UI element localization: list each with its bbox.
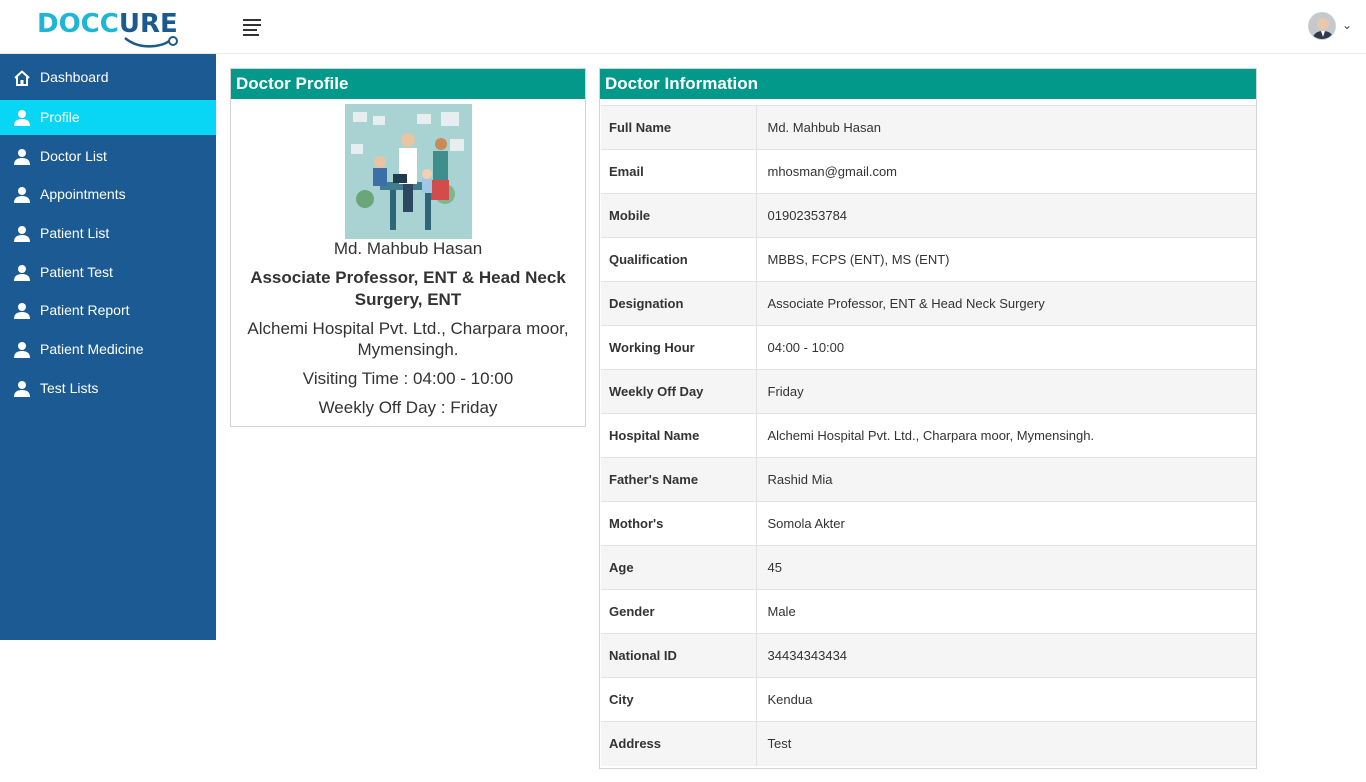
row-value: Kendua — [756, 677, 1256, 722]
table-row: Gender Male — [601, 589, 1256, 634]
sidebar-item-dashboard[interactable]: Dashboard — [0, 60, 216, 95]
table-row: Hospital Name Alchemi Hospital Pvt. Ltd.,… — [601, 413, 1256, 458]
doctor-hospital: Alchemi Hospital Pvt. Ltd., Charpara moo… — [247, 319, 569, 359]
row-value: Male — [756, 589, 1256, 634]
doctor-name: Md. Mahbub Hasan — [333, 239, 483, 258]
sidebar-item-label: Patient List — [40, 225, 110, 241]
row-value: Md. Mahbub Hasan — [756, 105, 1256, 150]
row-value: 01902353784 — [756, 193, 1256, 238]
row-value: Alchemi Hospital Pvt. Ltd., Charpara moo… — [756, 413, 1256, 458]
row-value: 45 — [756, 545, 1256, 590]
row-label: Age — [601, 545, 757, 590]
user-icon — [14, 149, 30, 165]
row-label: Email — [601, 149, 757, 194]
table-row: Weekly Off Day Friday — [601, 369, 1256, 414]
row-value: Associate Professor, ENT & Head Neck Sur… — [756, 281, 1256, 326]
sidebar-item-label: Dashboard — [40, 69, 109, 85]
row-label: Working Hour — [601, 325, 757, 370]
row-value: Rashid Mia — [756, 457, 1256, 502]
sidebar-item-label: Patient Medicine — [40, 341, 144, 357]
row-label: Weekly Off Day — [601, 369, 757, 414]
sidebar-item-patient-report[interactable]: Patient Report — [0, 293, 216, 328]
row-value: MBBS, FCPS (ENT), MS (ENT) — [756, 237, 1256, 282]
table-row: Age 45 — [601, 545, 1256, 590]
logo-text-part-b: URE — [118, 9, 178, 39]
doctor-profile-card: Doctor Profile Md. Mahbub Hasan Associat… — [230, 68, 586, 427]
chevron-down-icon: ⌄ — [1342, 18, 1353, 32]
sidebar-item-patient-medicine[interactable]: Patient Medicine — [0, 332, 216, 367]
doctor-profile-title: Doctor Profile — [231, 69, 585, 99]
table-row: Mobile 01902353784 — [601, 193, 1256, 238]
sidebar-toggle-button[interactable] — [243, 19, 261, 36]
sidebar-item-label: Profile — [40, 109, 80, 125]
logo-text-part-a: DOCC — [37, 9, 119, 39]
sidebar-item-label: Doctor List — [40, 148, 107, 164]
row-value: Test — [756, 721, 1256, 766]
user-avatar — [1308, 12, 1336, 40]
table-row: Working Hour 04:00 - 10:00 — [601, 325, 1256, 370]
sidebar-item-label: Appointments — [40, 186, 126, 202]
user-icon — [14, 381, 30, 397]
doctor-information-title: Doctor Information — [600, 69, 1256, 99]
sidebar-item-label: Test Lists — [40, 380, 99, 396]
logo-text: DOCCURE — [37, 8, 178, 40]
row-label: Address — [601, 721, 757, 766]
doctor-information-table: Full Name Md. Mahbub Hasan Email mhosman@g… — [601, 105, 1256, 766]
user-icon — [14, 226, 30, 242]
table-row: Designation Associate Professor, ENT & He… — [601, 281, 1256, 326]
row-label: Hospital Name — [601, 413, 757, 458]
table-row: Father's Name Rashid Mia — [601, 457, 1256, 502]
row-label: City — [601, 677, 757, 722]
doctor-illustration — [345, 104, 472, 239]
row-label: Designation — [601, 281, 757, 326]
row-label: Father's Name — [601, 457, 757, 502]
doctor-photo — [345, 104, 472, 239]
user-menu[interactable]: ⌄ — [1308, 12, 1358, 42]
sidebar-item-profile[interactable]: Profile — [0, 100, 216, 135]
table-row: Address Test — [601, 721, 1256, 766]
user-icon — [14, 303, 30, 319]
hamburger-icon — [243, 19, 261, 21]
row-label: Mobile — [601, 193, 757, 238]
doccure-logo[interactable]: DOCCURE — [37, 8, 178, 48]
sidebar-item-doctor-list[interactable]: Doctor List — [0, 139, 216, 174]
sidebar: Dashboard Profile Doctor List Appointmen… — [0, 54, 216, 640]
weekly-off-day: Weekly Off Day : Friday — [318, 398, 498, 417]
sidebar-item-patient-list[interactable]: Patient List — [0, 216, 216, 251]
table-row: City Kendua — [601, 677, 1256, 722]
table-row: Mothor's Somola Akter — [601, 501, 1256, 546]
user-icon — [14, 187, 30, 203]
sidebar-item-label: Patient Report — [40, 302, 130, 318]
sidebar-item-appointments[interactable]: Appointments — [0, 177, 216, 212]
sidebar-item-label: Patient Test — [40, 264, 113, 280]
row-label: Full Name — [601, 105, 757, 150]
row-label: Qualification — [601, 237, 757, 282]
row-value: 04:00 - 10:00 — [756, 325, 1256, 370]
row-value: mhosman@gmail.com — [756, 149, 1256, 194]
row-value: Somola Akter — [756, 501, 1256, 546]
row-label: Gender — [601, 589, 757, 634]
avatar-icon — [1309, 13, 1335, 39]
top-navbar: DOCCURE ⌄ — [0, 0, 1366, 54]
visiting-time: Visiting Time : 04:00 - 10:00 — [302, 369, 514, 388]
table-row: Email mhosman@gmail.com — [601, 149, 1256, 194]
user-icon — [14, 342, 30, 358]
table-row: National ID 34434343434 — [601, 633, 1256, 678]
user-icon — [14, 265, 30, 281]
doctor-information-card: Doctor Information Full Name Md. Mahbub H… — [599, 68, 1257, 769]
doctor-designation: Associate Professor, ENT & Head Neck Sur… — [250, 268, 566, 309]
row-label: National ID — [601, 633, 757, 678]
row-label: Mothor's — [601, 501, 757, 546]
sidebar-item-test-lists[interactable]: Test Lists — [0, 371, 216, 406]
row-value: 34434343434 — [756, 633, 1256, 678]
home-icon — [14, 70, 30, 86]
row-value: Friday — [756, 369, 1256, 414]
table-row: Qualification MBBS, FCPS (ENT), MS (ENT) — [601, 237, 1256, 282]
user-icon — [14, 110, 30, 126]
sidebar-item-patient-test[interactable]: Patient Test — [0, 255, 216, 290]
table-row: Full Name Md. Mahbub Hasan — [601, 105, 1256, 150]
